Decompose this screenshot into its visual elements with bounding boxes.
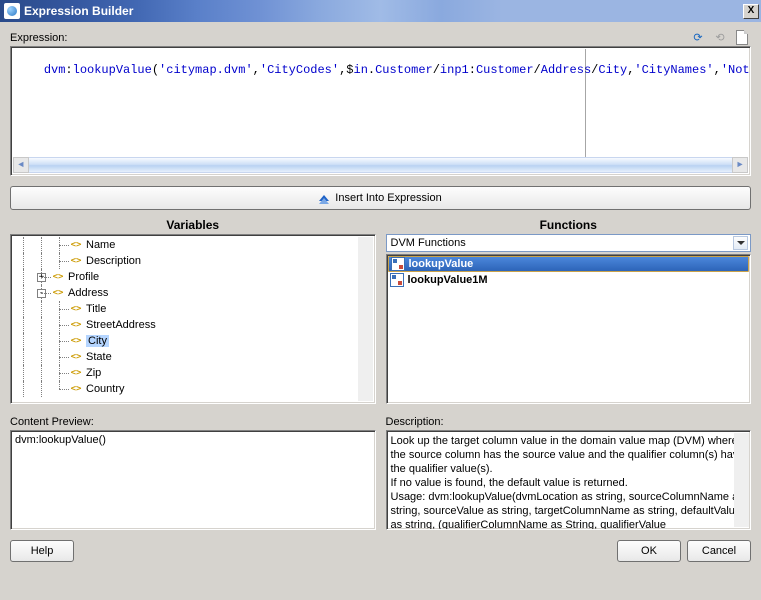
element-icon: <> bbox=[69, 383, 83, 395]
element-icon: <> bbox=[69, 239, 83, 251]
description-column: Description: Look up the target column v… bbox=[386, 412, 752, 530]
tree-node-label: Address bbox=[68, 287, 108, 299]
description-label: Description: bbox=[386, 416, 752, 428]
refresh-icon[interactable]: ⟳ bbox=[689, 28, 707, 46]
expand-icon[interactable]: + bbox=[37, 273, 46, 282]
tree-node-label: Country bbox=[86, 383, 125, 395]
tree-node[interactable]: <>Description bbox=[11, 253, 375, 269]
chevron-down-icon bbox=[733, 236, 748, 250]
dropdown-selected-label: DVM Functions bbox=[391, 237, 466, 249]
description-text: Look up the target column value in the d… bbox=[391, 435, 745, 530]
variables-heading: Variables bbox=[10, 218, 376, 232]
window-body: Expression: ⟳ ⟲ dvm:lookupValue('citymap… bbox=[0, 22, 761, 572]
close-button[interactable]: X bbox=[743, 4, 759, 19]
insert-row: Insert Into Expression bbox=[10, 186, 751, 210]
tree-node-label: State bbox=[86, 351, 112, 363]
redo-icon[interactable]: ⟲ bbox=[711, 28, 729, 46]
tree-node-label: Name bbox=[86, 239, 115, 251]
middle-columns: Variables <>Name<>Description+<>Profile-… bbox=[10, 218, 751, 404]
expression-header: Expression: ⟳ ⟲ bbox=[10, 28, 751, 46]
element-icon: <> bbox=[51, 287, 65, 299]
footer-right-buttons: OK Cancel bbox=[617, 540, 751, 562]
tree-node-label: StreetAddress bbox=[86, 319, 156, 331]
function-icon bbox=[390, 273, 404, 287]
expression-label: Expression: bbox=[10, 32, 67, 44]
function-item[interactable]: lookupValue1M bbox=[388, 272, 750, 288]
preview-column: Content Preview: dvm:lookupValue() bbox=[10, 412, 376, 530]
description-scrollbar[interactable] bbox=[734, 433, 749, 527]
bottom-row: Content Preview: dvm:lookupValue() Descr… bbox=[10, 412, 751, 530]
functions-category-dropdown[interactable]: DVM Functions bbox=[386, 234, 752, 252]
tree-node-label: Profile bbox=[68, 271, 99, 283]
caret-column-guide bbox=[585, 49, 586, 157]
tree-node[interactable]: <>Country bbox=[11, 381, 375, 397]
help-button[interactable]: Help bbox=[10, 540, 74, 562]
tree-node[interactable]: <>StreetAddress bbox=[11, 317, 375, 333]
window-title: Expression Builder bbox=[24, 4, 743, 18]
dialog-footer: Help OK Cancel bbox=[10, 540, 751, 562]
new-doc-icon[interactable] bbox=[733, 28, 751, 46]
content-preview-label: Content Preview: bbox=[10, 416, 376, 428]
functions-list[interactable]: lookupValue lookupValue1M bbox=[386, 254, 752, 404]
tree-node[interactable]: <>Title bbox=[11, 301, 375, 317]
element-icon: <> bbox=[69, 319, 83, 331]
scroll-left-icon[interactable]: ◄ bbox=[13, 157, 29, 173]
app-icon bbox=[4, 3, 20, 19]
tree-node[interactable]: <>Name bbox=[11, 237, 375, 253]
function-item[interactable]: lookupValue bbox=[388, 256, 750, 272]
element-icon: <> bbox=[51, 271, 65, 283]
content-preview-text: dvm:lookupValue() bbox=[15, 434, 106, 446]
element-icon: <> bbox=[69, 351, 83, 363]
function-item-label: lookupValue1M bbox=[408, 274, 488, 286]
insert-into-expression-button[interactable]: Insert Into Expression bbox=[10, 186, 751, 210]
expression-textarea[interactable]: dvm:lookupValue('citymap.dvm','CityCodes… bbox=[10, 46, 751, 176]
insert-button-label: Insert Into Expression bbox=[335, 192, 441, 204]
element-icon: <> bbox=[69, 303, 83, 315]
tree-node-label: Zip bbox=[86, 367, 101, 379]
titlebar: Expression Builder X bbox=[0, 0, 761, 22]
functions-column: Functions DVM Functions lookupValuelooku… bbox=[386, 218, 752, 404]
collapse-icon[interactable]: - bbox=[37, 289, 46, 298]
description-box: Look up the target column value in the d… bbox=[386, 430, 752, 530]
element-icon: <> bbox=[69, 367, 83, 379]
element-icon: <> bbox=[69, 255, 83, 267]
tree-node[interactable]: + <>Profile bbox=[11, 269, 375, 285]
content-preview-box[interactable]: dvm:lookupValue() bbox=[10, 430, 376, 530]
tree-node-label: City bbox=[86, 335, 109, 347]
expression-toolbar: ⟳ ⟲ bbox=[689, 28, 751, 46]
functions-heading: Functions bbox=[386, 218, 752, 232]
element-icon: <> bbox=[69, 335, 83, 347]
tree-node-label: Title bbox=[86, 303, 106, 315]
tree-node-label: Description bbox=[86, 255, 141, 267]
variables-tree[interactable]: <>Name<>Description+<>Profile-<>Address<… bbox=[10, 234, 376, 404]
tree-node[interactable]: <>Zip bbox=[11, 365, 375, 381]
expression-text: dvm:lookupValue('citymap.dvm','CityCodes… bbox=[44, 63, 751, 77]
tree-node[interactable]: <>City bbox=[11, 333, 375, 349]
function-item-label: lookupValue bbox=[409, 258, 474, 270]
tree-node[interactable]: -<>Address bbox=[11, 285, 375, 301]
function-icon bbox=[391, 257, 405, 271]
tree-node[interactable]: <>State bbox=[11, 349, 375, 365]
scroll-track[interactable] bbox=[29, 157, 732, 173]
variables-scrollbar[interactable] bbox=[358, 237, 373, 401]
chevron-up-icon bbox=[319, 195, 329, 201]
expression-scrollbar[interactable]: ◄ ► bbox=[13, 157, 748, 173]
cancel-button[interactable]: Cancel bbox=[687, 540, 751, 562]
variables-column: Variables <>Name<>Description+<>Profile-… bbox=[10, 218, 376, 404]
ok-button[interactable]: OK bbox=[617, 540, 681, 562]
scroll-right-icon[interactable]: ► bbox=[732, 157, 748, 173]
